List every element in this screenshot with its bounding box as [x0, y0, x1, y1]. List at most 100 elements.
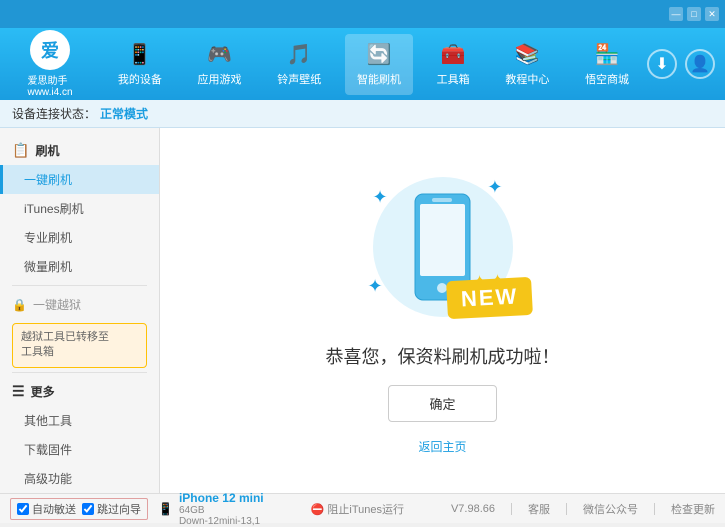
stop-itunes-label: 阻止iTunes运行: [327, 504, 404, 516]
nav-tutorial-label: 教程中心: [505, 71, 549, 87]
nav-wukong[interactable]: 🏪 悟空商城: [573, 34, 641, 95]
more-section-label: 更多: [31, 383, 55, 400]
logo[interactable]: 爱 爱思助手 www.i4.cn: [10, 30, 90, 98]
device-info: 📱 iPhone 12 mini 64GB Down-12mini-13,1: [158, 491, 264, 527]
micro-flash-label: 微量刷机: [24, 260, 72, 274]
sidebar-item-other-tools[interactable]: 其他工具: [0, 406, 159, 435]
skip-wizard-checkbox[interactable]: [82, 503, 94, 515]
divider-3: [654, 503, 655, 515]
logo-line1: 爱思助手: [27, 72, 72, 87]
itunes-flash-label: iTunes刷机: [24, 202, 84, 216]
status-label: 设备连接状态：: [12, 105, 96, 122]
sidebar-item-pro-flash[interactable]: 专业刷机: [0, 223, 159, 252]
bottom-left: 自动敏送 跳过向导 📱 iPhone 12 mini 64GB Down-12m…: [10, 491, 264, 527]
lock-icon: 🔒: [12, 298, 27, 312]
download-firmware-label: 下载固件: [24, 443, 72, 457]
nav-ringtone[interactable]: 🎵 铃声壁纸: [265, 34, 333, 95]
nav-tutorial[interactable]: 📚 教程中心: [493, 34, 561, 95]
sparkle-icon-3: ✦: [368, 276, 383, 297]
new-badge: ✦ ✦ NEW: [446, 276, 533, 318]
sidebar-section-flash: 📋 刷机 一键刷机 iTunes刷机 专业刷机 微量刷机: [0, 136, 159, 281]
nav-wukong-icon: 🏪: [595, 42, 620, 67]
sidebar-section-jailbreak: 🔒 一键越狱 越狱工具已转移至工具箱: [0, 290, 159, 368]
header: 爱 爱思助手 www.i4.cn 📱 我的设备 🎮 应用游戏 🎵 铃声壁纸 🔄 …: [0, 28, 725, 100]
one-click-flash-label: 一键刷机: [24, 173, 72, 187]
sidebar-item-download-firmware[interactable]: 下载固件: [0, 435, 159, 464]
download-button[interactable]: ⬇: [647, 49, 677, 79]
wechat-link[interactable]: 微信公众号: [583, 501, 638, 517]
pro-flash-label: 专业刷机: [24, 231, 72, 245]
itunes-status: ⛔ 阻止iTunes运行: [311, 501, 404, 517]
nav-my-device[interactable]: 📱 我的设备: [106, 34, 174, 95]
bottom-right: V7.98.66 客服 微信公众号 检查更新: [451, 501, 715, 517]
device-storage: 64GB: [179, 505, 264, 516]
success-message: 恭喜您，保资料刷机成功啦！: [326, 343, 560, 369]
nav-device-label: 我的设备: [118, 71, 162, 87]
sidebar-section-flash-title: 📋 刷机: [0, 136, 159, 165]
logo-line2: www.i4.cn: [27, 87, 72, 98]
window-controls: — □ ✕: [669, 7, 719, 21]
sidebar-section-more-title: ☰ 更多: [0, 377, 159, 406]
nav-smart-flash[interactable]: 🔄 智能刷机: [345, 34, 413, 95]
badge-stars: ✦ ✦: [473, 270, 505, 292]
sidebar-item-itunes-flash[interactable]: iTunes刷机: [0, 194, 159, 223]
sidebar-jailbreak-title: 🔒 一键越狱: [0, 290, 159, 319]
support-link[interactable]: 客服: [528, 501, 550, 517]
auto-send-label: 自动敏送: [32, 501, 76, 517]
header-right: ⬇ 👤: [647, 49, 715, 79]
back-link[interactable]: 返回主页: [418, 438, 466, 455]
nav-toolbox[interactable]: 🧰 工具箱: [425, 34, 482, 95]
logo-symbol: 爱: [41, 37, 59, 63]
nav-toolbox-label: 工具箱: [437, 71, 470, 87]
main-layout: 📋 刷机 一键刷机 iTunes刷机 专业刷机 微量刷机 🔒 一键越狱: [0, 128, 725, 493]
minimize-button[interactable]: —: [669, 7, 683, 21]
nav-wukong-label: 悟空商城: [585, 71, 629, 87]
skip-wizard-checkbox-item[interactable]: 跳过向导: [82, 501, 141, 517]
device-firmware: Down-12mini-13,1: [179, 516, 264, 527]
status-bar: 设备连接状态： 正常模式: [0, 100, 725, 128]
auto-send-checkbox[interactable]: [17, 503, 29, 515]
user-button[interactable]: 👤: [685, 49, 715, 79]
logo-icon: 爱: [30, 30, 70, 70]
divider-1: [511, 503, 512, 515]
nav-ringtone-icon: 🎵: [287, 42, 312, 67]
check-update-link[interactable]: 检查更新: [671, 501, 715, 517]
more-section-icon: ☰: [12, 383, 25, 400]
nav-tutorial-icon: 📚: [515, 42, 540, 67]
phone-container: ✦ ✦ ✦ ✦ ✦ NEW: [363, 167, 523, 327]
sidebar-jailbreak-notice: 越狱工具已转移至工具箱: [12, 323, 147, 368]
title-bar: — □ ✕: [0, 0, 725, 28]
sidebar-item-micro-flash[interactable]: 微量刷机: [0, 252, 159, 281]
nav-items: 📱 我的设备 🎮 应用游戏 🎵 铃声壁纸 🔄 智能刷机 🧰 工具箱 📚 教程中心…: [100, 34, 647, 95]
nav-app-icon: 🎮: [207, 42, 232, 67]
flash-section-icon: 📋: [12, 142, 29, 159]
sidebar-item-one-click-flash[interactable]: 一键刷机: [0, 165, 159, 194]
logo-text: 爱思助手 www.i4.cn: [27, 72, 72, 98]
maximize-button[interactable]: □: [687, 7, 701, 21]
confirm-button[interactable]: 确定: [388, 385, 496, 422]
bottom-bar: 自动敏送 跳过向导 📱 iPhone 12 mini 64GB Down-12m…: [0, 493, 725, 523]
advanced-label: 高级功能: [24, 472, 72, 486]
sidebar-section-more: ☰ 更多 其他工具 下载固件 高级功能: [0, 377, 159, 493]
checkbox-group: 自动敏送 跳过向导: [10, 498, 148, 520]
other-tools-label: 其他工具: [24, 414, 72, 428]
nav-flash-icon: 🔄: [367, 42, 392, 67]
auto-send-checkbox-item[interactable]: 自动敏送: [17, 501, 76, 517]
skip-wizard-label: 跳过向导: [97, 501, 141, 517]
stop-icon: ⛔: [311, 504, 325, 516]
jailbreak-label: 一键越狱: [33, 296, 81, 313]
nav-app-game[interactable]: 🎮 应用游戏: [186, 34, 254, 95]
nav-toolbox-icon: 🧰: [441, 42, 466, 67]
sidebar-item-advanced[interactable]: 高级功能: [0, 464, 159, 493]
nav-app-label: 应用游戏: [198, 71, 242, 87]
divider-2: [566, 503, 567, 515]
device-phone-icon: 📱: [158, 502, 173, 516]
nav-ringtone-label: 铃声壁纸: [277, 71, 321, 87]
sparkle-icon-2: ✦: [487, 177, 502, 198]
version-label: V7.98.66: [451, 503, 495, 515]
success-illustration: ✦ ✦ ✦ ✦ ✦ NEW 恭喜您，保资料刷机成功啦！ 确定 返回主页: [326, 167, 560, 455]
flash-section-label: 刷机: [35, 142, 59, 159]
close-button[interactable]: ✕: [705, 7, 719, 21]
device-details: iPhone 12 mini 64GB Down-12mini-13,1: [179, 491, 264, 527]
nav-flash-label: 智能刷机: [357, 71, 401, 87]
